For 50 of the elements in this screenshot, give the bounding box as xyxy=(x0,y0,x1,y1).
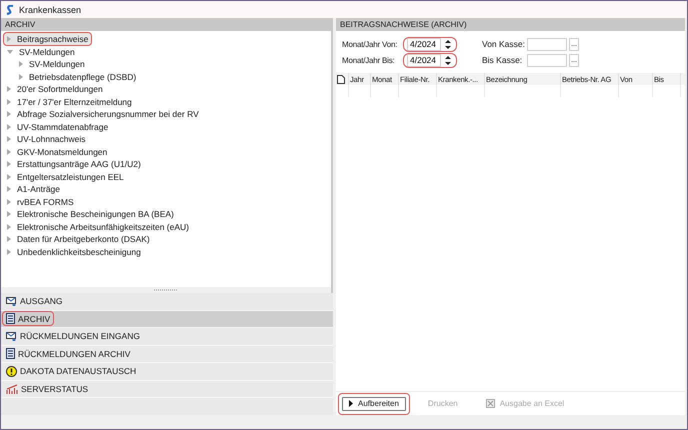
tree-item[interactable]: Beitragsnachweise xyxy=(4,33,92,46)
tree-item[interactable]: Daten für Arbeitgeberkonto (DSAK) xyxy=(4,233,153,246)
spin-buttons[interactable] xyxy=(443,54,453,66)
tree-item[interactable]: rvBEA FORMS xyxy=(4,196,77,208)
field-label: Monat/Jahr Bis: xyxy=(342,56,396,64)
tree-item[interactable]: Unbedenklichkeitsbescheinigung xyxy=(4,246,144,258)
tree-item[interactable]: A1-Anträge xyxy=(4,183,63,196)
nav-item[interactable]: RÜCKMELDUNGEN EINGANG xyxy=(1,328,333,346)
nav-item[interactable]: ARCHIV xyxy=(1,310,333,328)
warning-icon xyxy=(6,366,17,377)
spin-buttons[interactable] xyxy=(443,38,453,50)
nav-item[interactable]: DAKOTA DATENAUSTAUSCH xyxy=(1,363,333,380)
window-title: Krankenkassen xyxy=(19,4,82,14)
app-logo-icon xyxy=(6,4,14,14)
excel-export-icon xyxy=(486,399,495,408)
field-label: Monat/Jahr Von: xyxy=(342,40,398,48)
tree-item[interactable]: Elektronische Bescheinigungen BA (BEA) xyxy=(4,208,177,220)
tree-item[interactable]: Betriebsdatenpflege (DSBD) xyxy=(16,70,140,83)
tree-item[interactable]: Abfrage Sozialversicherungsnummer bei der RV xyxy=(4,108,202,120)
date-field[interactable]: 4/2024 xyxy=(407,38,441,50)
input-field[interactable] xyxy=(527,54,567,66)
panel-header: ARCHIV xyxy=(1,18,333,31)
tree-item[interactable]: SV-Meldungen xyxy=(4,46,78,58)
tree-item[interactable]: UV-Lohnnachweis xyxy=(4,133,89,146)
expand-arrow-icon[interactable] xyxy=(7,36,11,42)
tree-item[interactable]: GKV-Monatsmeldungen xyxy=(4,146,110,158)
tree-item[interactable]: SV-Meldungen xyxy=(16,58,88,70)
play-icon xyxy=(349,400,353,407)
tree-item[interactable]: Erstattungsanträge AAG (U1/U2) xyxy=(4,158,144,170)
field-label: Bis Kasse: xyxy=(482,55,524,65)
splitter-handle-icon[interactable] xyxy=(154,289,178,291)
input-field[interactable] xyxy=(527,38,567,50)
server-status-icon xyxy=(6,384,18,394)
envelope-icon xyxy=(6,331,17,342)
field-label: Von Kasse: xyxy=(482,39,526,49)
nav-item[interactable]: SERVERSTATUS xyxy=(1,380,333,398)
action-button[interactable]: Aufbereiten xyxy=(342,396,406,410)
panel-header: BEITRAGSNACHWEISE (ARCHIV) xyxy=(336,18,685,31)
date-field[interactable]: 4/2024 xyxy=(407,54,441,66)
archive-icon xyxy=(6,313,15,324)
expanded-arrow-icon[interactable] xyxy=(7,50,13,54)
tree-item[interactable]: UV-Stammdatenabfrage xyxy=(4,120,112,133)
tree-item[interactable]: 20'er Sofortmeldungen xyxy=(4,83,106,96)
envelope-icon xyxy=(6,296,17,306)
tree-item[interactable]: Entgeltersatzleistungen EEL xyxy=(4,170,127,183)
tree-item[interactable]: 17'er / 37'er Elternzeitmeldung xyxy=(4,96,135,108)
tree-item[interactable]: Elektronische Arbeitsunfähigkeitszeiten (eAU) xyxy=(4,220,192,233)
nav-item[interactable]: AUSGANG xyxy=(1,293,333,310)
nav-item[interactable]: RÜCKMELDUNGEN ARCHIV xyxy=(1,346,333,363)
archive-icon xyxy=(6,348,15,360)
